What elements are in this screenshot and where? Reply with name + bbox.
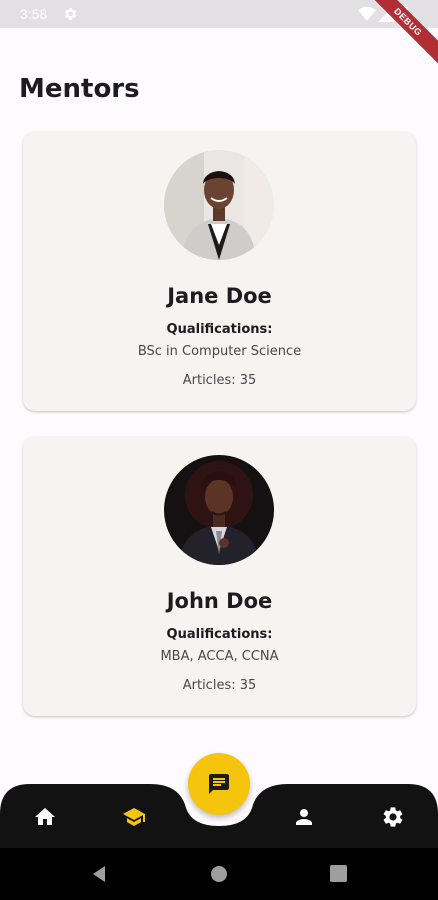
person-icon (296, 809, 312, 825)
settings-icon (383, 807, 403, 827)
qualifications-value: BSc in Computer Science (137, 344, 302, 359)
nav-mentors[interactable] (121, 804, 147, 830)
page-title: Mentors (19, 74, 140, 104)
qualifications-value: MBA, ACCA, CCNA (160, 649, 279, 664)
articles-count: Articles: 35 (182, 373, 257, 388)
nav-profile[interactable] (291, 804, 317, 830)
chat-fab-button[interactable] (188, 753, 250, 815)
recent-apps-icon[interactable] (330, 865, 347, 882)
avatar (164, 455, 274, 565)
wifi-icon (358, 6, 376, 21)
mentor-name: John Doe (166, 589, 273, 613)
system-navigation-bar (0, 848, 438, 900)
mentor-card[interactable]: Jane Doe Qualifications: BSc in Computer… (23, 132, 416, 411)
mentor-list: Jane Doe Qualifications: BSc in Computer… (23, 132, 416, 742)
back-icon[interactable] (89, 864, 109, 884)
avatar (164, 150, 274, 260)
articles-count: Articles: 35 (182, 678, 257, 693)
nav-settings[interactable] (380, 804, 406, 830)
status-bar: 3:58 DEBUG (0, 0, 438, 71)
school-icon (123, 808, 145, 826)
mentor-card[interactable]: John Doe Qualifications: MBA, ACCA, CCNA… (23, 437, 416, 716)
home-circle-icon[interactable] (210, 865, 228, 883)
nav-home[interactable] (32, 804, 58, 830)
home-icon (35, 808, 55, 825)
chat-icon (209, 774, 229, 794)
status-time: 3:58 (20, 6, 48, 22)
settings-status-icon (64, 8, 77, 20)
qualifications-label: Qualifications: (166, 322, 273, 337)
mentor-name: Jane Doe (167, 284, 272, 308)
qualifications-label: Qualifications: (166, 627, 273, 642)
